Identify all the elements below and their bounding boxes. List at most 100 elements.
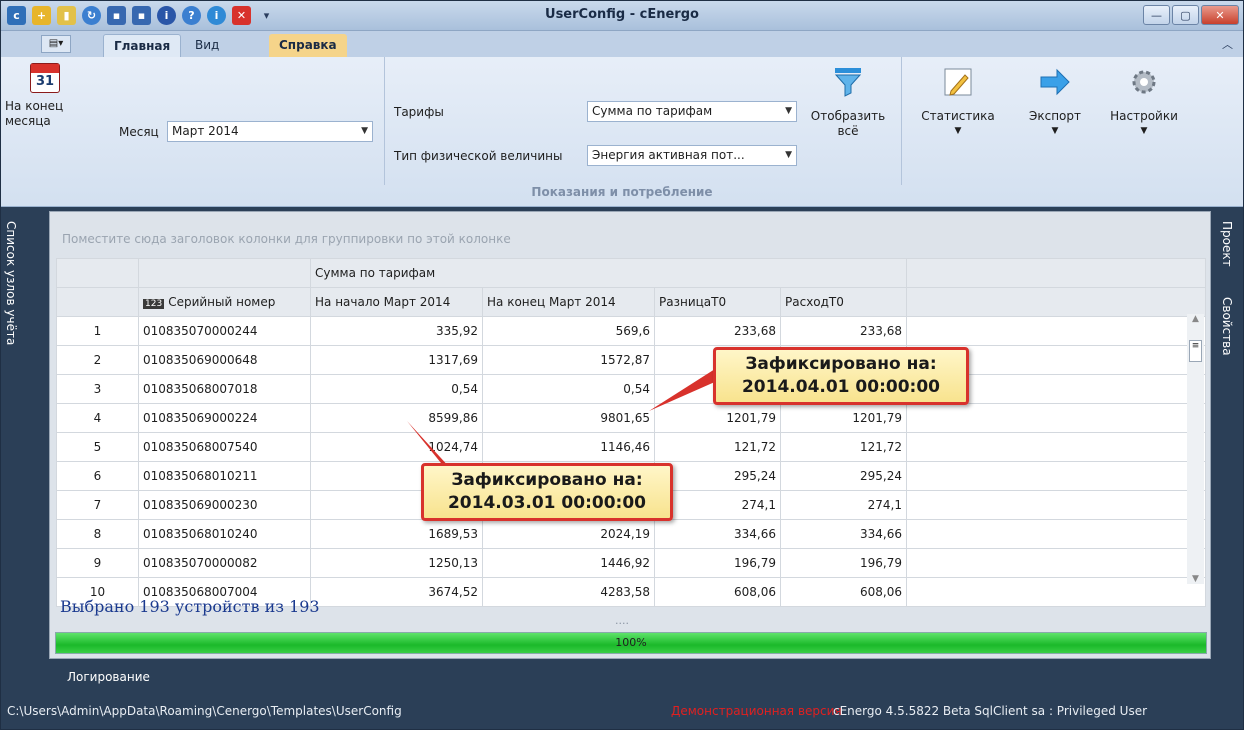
month-label: Месяц	[119, 125, 159, 139]
month-combo[interactable]: Март 2014 ▼	[167, 121, 373, 142]
column-start[interactable]: На начало Март 2014	[310, 287, 483, 317]
group-panel-hint[interactable]: Поместите сюда заголовок колонки для гру…	[62, 232, 511, 246]
row-number[interactable]: 3	[56, 374, 139, 404]
table-cell[interactable]: 010835070000082	[138, 548, 311, 578]
row-number[interactable]: 1	[56, 316, 139, 346]
tariffs-label: Тарифы	[394, 105, 444, 119]
column-consumption[interactable]: РасходТ0	[780, 287, 907, 317]
version-info: cEnergo 4.5.5822 Beta SqlClient sa : Pri…	[833, 704, 1148, 718]
table-cell[interactable]: 335,92	[310, 316, 483, 346]
phys-type-combo[interactable]: Энергия активная пот... ▼	[587, 145, 797, 166]
table-cell[interactable]: 3674,52	[310, 577, 483, 607]
row-number[interactable]: 7	[56, 490, 139, 520]
table-row[interactable]: 3 010835068007018 0,54 0,54	[56, 374, 1206, 404]
row-number[interactable]: 6	[56, 461, 139, 491]
tab-home[interactable]: Главная	[103, 34, 182, 57]
table-cell[interactable]: 196,79	[654, 548, 781, 578]
table-cell[interactable]: 1201,79	[654, 403, 781, 433]
table-cell[interactable]: 0,54	[482, 374, 655, 404]
table-cell[interactable]: 233,68	[780, 316, 907, 346]
table-cell[interactable]: 4283,58	[482, 577, 655, 607]
table-cell[interactable]: 010835068007018	[138, 374, 311, 404]
statistics-button[interactable]: Статистика ▼	[911, 65, 1005, 139]
demo-version-label: Демонстрационная версия	[671, 704, 842, 718]
table-cell[interactable]: 1446,92	[482, 548, 655, 578]
table-row[interactable]: 8 010835068010240 1689,53 2024,19 334,66 334,…	[56, 519, 1206, 549]
show-all-button[interactable]: Отобразить всё	[805, 65, 891, 139]
table-cell[interactable]: 1317,69	[310, 345, 483, 375]
app-menu-button[interactable]: ▤▾	[41, 35, 71, 53]
table-row[interactable]: 9 010835070000082 1250,13 1446,92 196,79 196,…	[56, 548, 1206, 578]
band-header[interactable]: Сумма по тарифам	[310, 258, 907, 288]
table-cell[interactable]: 1572,87	[482, 345, 655, 375]
table-cell[interactable]: 334,66	[780, 519, 907, 549]
settings-button[interactable]: Настройки ▼	[1101, 65, 1187, 139]
table-cell[interactable]: 9801,65	[482, 403, 655, 433]
table-cell[interactable]: 233,68	[654, 316, 781, 346]
table-cell[interactable]: 1024,74	[310, 432, 483, 462]
row-number[interactable]: 9	[56, 548, 139, 578]
callout-end-date: Зафиксировано на: 2014.04.01 00:00:00	[713, 347, 969, 405]
table-cell[interactable]: 1146,46	[482, 432, 655, 462]
table-cell[interactable]: 010835069000648	[138, 345, 311, 375]
table-cell[interactable]: 1201,79	[780, 403, 907, 433]
right-side-panel: Проект Свойства	[1213, 207, 1243, 683]
column-diff[interactable]: РазницаТ0	[654, 287, 781, 317]
phys-type-label: Тип физической величины	[394, 149, 563, 163]
ribbon-collapse-icon[interactable]: ︿	[1222, 36, 1233, 52]
column-serial[interactable]: 123 Серийный номер	[138, 287, 311, 317]
vertical-scrollbar[interactable]: ▲ ≡ ▼	[1187, 314, 1204, 584]
project-tab[interactable]: Проект	[1220, 221, 1234, 267]
table-row[interactable]: 5 010835068007540 1024,74 1146,46 121,72 121,…	[56, 432, 1206, 462]
table-cell[interactable]: 010835069000230	[138, 490, 311, 520]
table-cell[interactable]: 8599,86	[310, 403, 483, 433]
tariffs-combo[interactable]: Сумма по тарифам ▼	[587, 101, 797, 122]
table-cell[interactable]: 274,1	[654, 490, 781, 520]
table-cell[interactable]: 334,66	[654, 519, 781, 549]
table-cell[interactable]: 010835068010240	[138, 519, 311, 549]
table-row[interactable]: 2 010835069000648 1317,69 1572,87	[56, 345, 1206, 375]
tab-help[interactable]: Справка	[269, 34, 347, 57]
table-cell[interactable]: 295,24	[654, 461, 781, 491]
maximize-button[interactable]: ▢	[1172, 5, 1199, 25]
splitter-handle[interactable]: ....	[615, 614, 629, 627]
progress-bar: 100%	[55, 632, 1207, 654]
export-button[interactable]: Экспорт ▼	[1015, 65, 1095, 139]
properties-tab[interactable]: Свойства	[1220, 297, 1234, 356]
table-cell[interactable]: 1689,53	[310, 519, 483, 549]
meter-list-tab[interactable]: Список узлов учёта	[4, 221, 18, 345]
table-row[interactable]: 4 010835069000224 8599,86 9801,65 1201,79 120…	[56, 403, 1206, 433]
table-row[interactable]: 1 010835070000244 335,92 569,6 233,68 233,68	[56, 316, 1206, 346]
numeric-type-icon: 123	[143, 299, 165, 309]
left-side-panel: Список узлов учёта	[1, 207, 25, 683]
row-number[interactable]: 2	[56, 345, 139, 375]
status-bar: C:\Users\Admin\AppData\Roaming\Cenergo\T…	[1, 691, 1243, 729]
log-tab[interactable]: Логирование	[67, 670, 150, 684]
progress-text: 100%	[615, 636, 647, 649]
scroll-thumb[interactable]: ≡	[1189, 340, 1202, 362]
table-cell[interactable]: 2024,19	[482, 519, 655, 549]
minimize-button[interactable]: —	[1143, 5, 1170, 25]
end-of-month-button[interactable]: 31 На конец месяца	[5, 63, 85, 129]
table-cell[interactable]: 010835068007540	[138, 432, 311, 462]
table-cell[interactable]: 295,24	[780, 461, 907, 491]
row-number[interactable]: 5	[56, 432, 139, 462]
row-number[interactable]: 8	[56, 519, 139, 549]
table-cell[interactable]: 569,6	[482, 316, 655, 346]
column-end[interactable]: На конец Март 2014	[482, 287, 655, 317]
table-cell[interactable]: 274,1	[780, 490, 907, 520]
table-cell[interactable]: 196,79	[780, 548, 907, 578]
tab-view[interactable]: Вид	[185, 34, 229, 57]
close-button[interactable]: ✕	[1201, 5, 1239, 25]
selection-summary: Выбрано 193 устройств из 193	[60, 597, 320, 616]
table-cell[interactable]: 0,54	[310, 374, 483, 404]
table-cell[interactable]: 608,06	[654, 577, 781, 607]
table-cell[interactable]: 010835069000224	[138, 403, 311, 433]
table-cell[interactable]: 121,72	[654, 432, 781, 462]
table-cell[interactable]: 010835068010211	[138, 461, 311, 491]
row-number[interactable]: 4	[56, 403, 139, 433]
table-cell[interactable]: 1250,13	[310, 548, 483, 578]
table-cell[interactable]: 608,06	[780, 577, 907, 607]
table-cell[interactable]: 010835070000244	[138, 316, 311, 346]
table-cell[interactable]: 121,72	[780, 432, 907, 462]
